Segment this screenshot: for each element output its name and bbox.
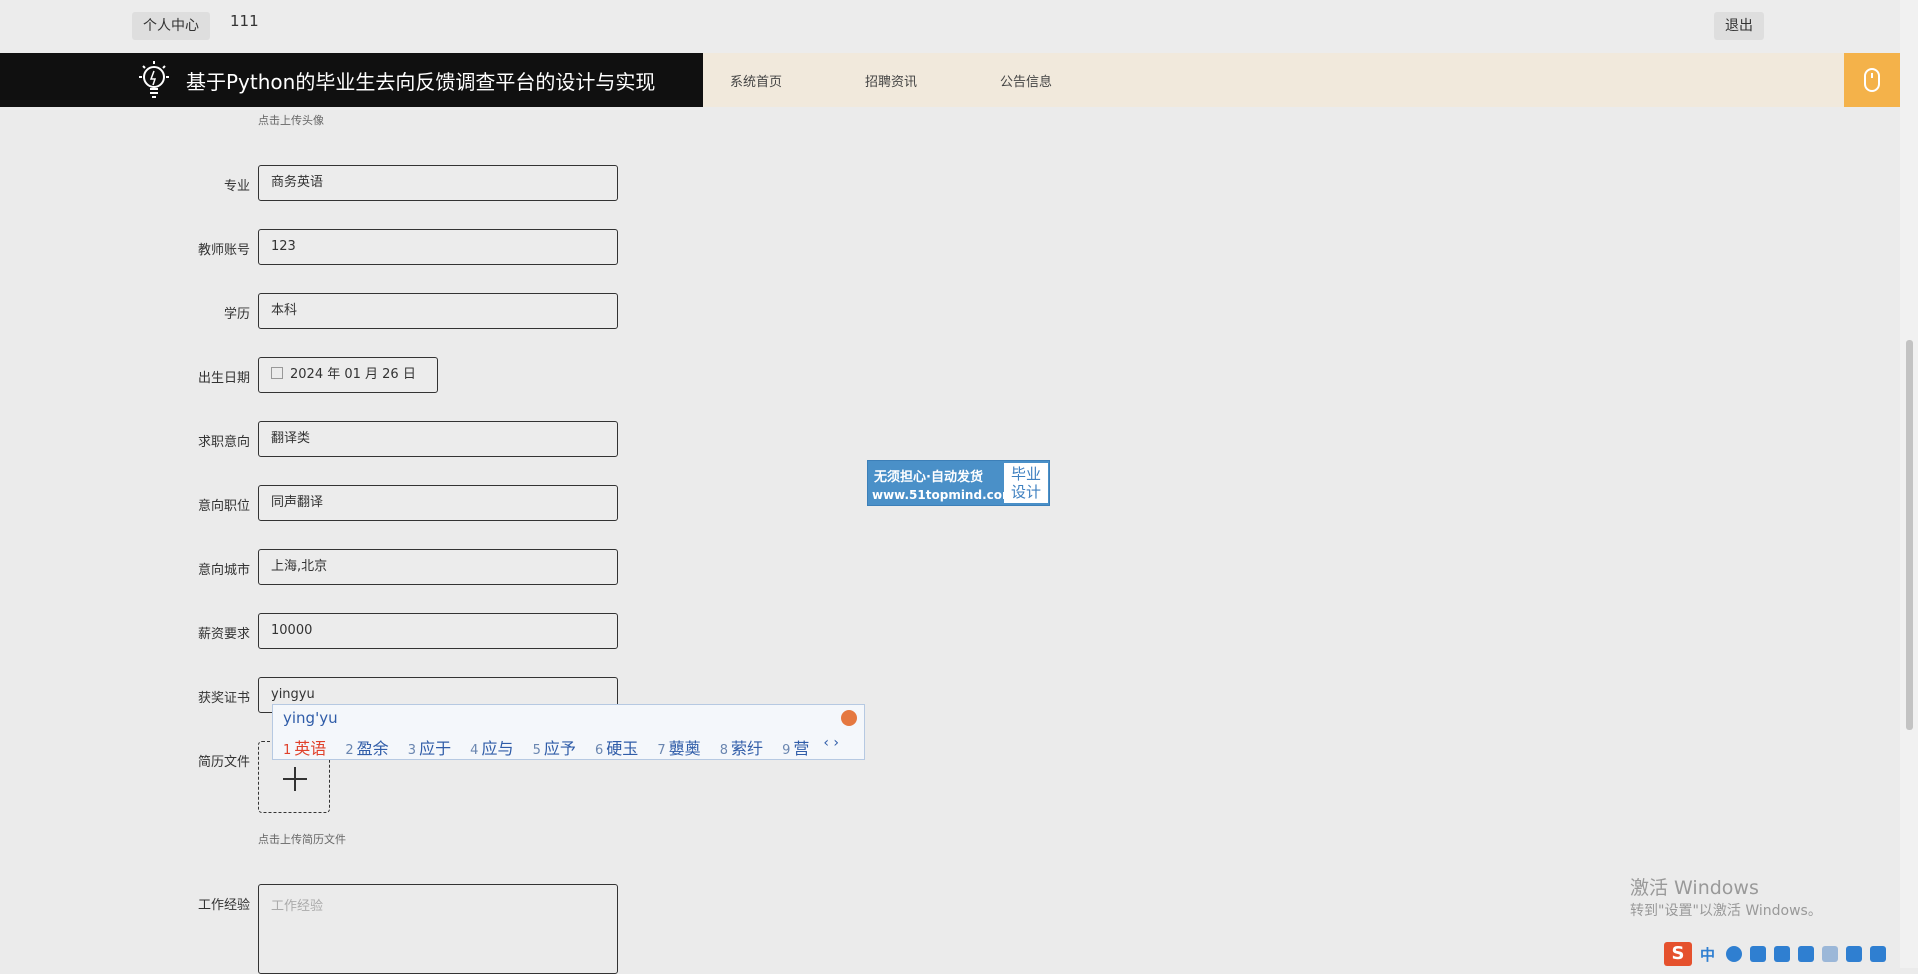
salary-label: 薪资要求 (197, 627, 250, 642)
ad-watermark: 无须担心·自动发货 www.51topmind.com 毕业 设计 (867, 460, 1050, 506)
nav-home[interactable]: 系统首页 (730, 71, 782, 90)
site-header: 基于Python的毕业生去向反馈调查平台的设计与实现 系统首页 招聘资讯 公告信… (0, 53, 1900, 107)
ime-page-arrows[interactable]: ‹ › (823, 735, 839, 751)
lightbulb-logo-icon (139, 61, 169, 98)
sogou-icon[interactable]: S (1664, 942, 1692, 966)
username-label: 111 (230, 12, 259, 30)
ad-line2: www.51topmind.com (872, 488, 1015, 502)
salary-input[interactable]: 10000 (258, 613, 618, 649)
top-user-bar: 个人中心 111 退出 (0, 0, 1918, 53)
user-icon[interactable] (1822, 946, 1838, 962)
experience-textarea[interactable]: 工作经验 (258, 884, 618, 974)
ime-candidate[interactable]: 8 萦纡 (720, 739, 763, 758)
punctuation-icon[interactable] (1750, 946, 1766, 962)
brand-area[interactable]: 基于Python的毕业生去向反馈调查平台的设计与实现 (0, 53, 703, 107)
job-intent-input[interactable]: 翻译类 (258, 421, 618, 457)
site-title: 基于Python的毕业生去向反馈调查平台的设计与实现 (186, 70, 656, 94)
moon-icon[interactable] (1726, 946, 1742, 962)
toolbox-icon[interactable] (1870, 946, 1886, 962)
ime-candidate[interactable]: 9营 (782, 739, 809, 758)
resume-label: 简历文件 (197, 755, 250, 770)
ime-candidate[interactable]: 5 应予 (533, 739, 576, 758)
ime-candidate[interactable]: 2 盈余 (345, 739, 388, 758)
major-input[interactable]: 商务英语 (258, 165, 618, 201)
education-input[interactable]: 本科 (258, 293, 618, 329)
city-input[interactable]: 上海,北京 (258, 549, 618, 585)
keyboard-icon[interactable] (1798, 946, 1814, 962)
teacher-account-label: 教师账号 (197, 243, 250, 258)
avatar-upload-hint[interactable]: 点击上传头像 (258, 112, 324, 128)
windows-activation-title: 激活 Windows (1630, 877, 1759, 899)
birth-date-input[interactable]: 2024 年 01 月 26 日 (258, 357, 438, 393)
ime-candidate[interactable]: 1 英语 (283, 739, 326, 758)
scrollbar-thumb[interactable] (1906, 340, 1913, 730)
teacher-account-input[interactable]: 123 (258, 229, 618, 265)
ime-candidate[interactable]: 3 应于 (408, 739, 451, 758)
windows-activation-hint: 转到"设置"以激活 Windows。 (1630, 903, 1822, 919)
ime-tray: S 中 (1664, 940, 1900, 968)
resume-upload-hint[interactable]: 点击上传简历文件 (258, 831, 346, 847)
logout-button[interactable]: 退出 (1714, 12, 1764, 40)
ime-candidate[interactable]: 7 蘡薁 (657, 739, 700, 758)
position-label: 意向职位 (197, 499, 250, 514)
education-label: 学历 (223, 307, 250, 322)
ime-composition: ying'yu (283, 709, 338, 727)
nav-announcements[interactable]: 公告信息 (1000, 71, 1052, 90)
ime-skin-icon[interactable] (841, 710, 857, 726)
lang-toggle[interactable]: 中 (1700, 944, 1715, 965)
ime-candidate[interactable]: 4 应与 (470, 739, 513, 758)
ime-candidates: 1 英语 2 盈余 3 应于 4 应与 5 应予 6 硬玉 7 蘡薁 8 萦纡 9营 (283, 735, 823, 759)
mouse-icon (1864, 68, 1880, 92)
certificate-label: 获奖证书 (197, 691, 250, 706)
position-input[interactable]: 同声翻译 (258, 485, 618, 521)
calendar-icon (271, 367, 283, 379)
ad-line1: 无须担心·自动发货 (874, 470, 983, 485)
mic-icon[interactable] (1774, 946, 1790, 962)
nav-recruitment[interactable]: 招聘资讯 (865, 71, 917, 90)
job-intent-label: 求职意向 (197, 435, 250, 450)
major-label: 专业 (223, 179, 250, 194)
skin-icon[interactable] (1846, 946, 1862, 962)
city-label: 意向城市 (197, 563, 250, 578)
ime-candidate-window: ying'yu 1 英语 2 盈余 3 应于 4 应与 5 应予 6 硬玉 7 蘡薁 8 萦纡 … (272, 704, 865, 760)
birth-date-value: 2024 年 01 月 26 日 (290, 367, 416, 382)
ime-candidate[interactable]: 6 硬玉 (595, 739, 638, 758)
birth-date-label: 出生日期 (197, 371, 250, 386)
experience-label: 工作经验 (197, 898, 250, 913)
mouse-button[interactable] (1844, 53, 1900, 107)
ad-side: 毕业 设计 (1004, 463, 1048, 503)
user-center-button[interactable]: 个人中心 (132, 12, 210, 40)
